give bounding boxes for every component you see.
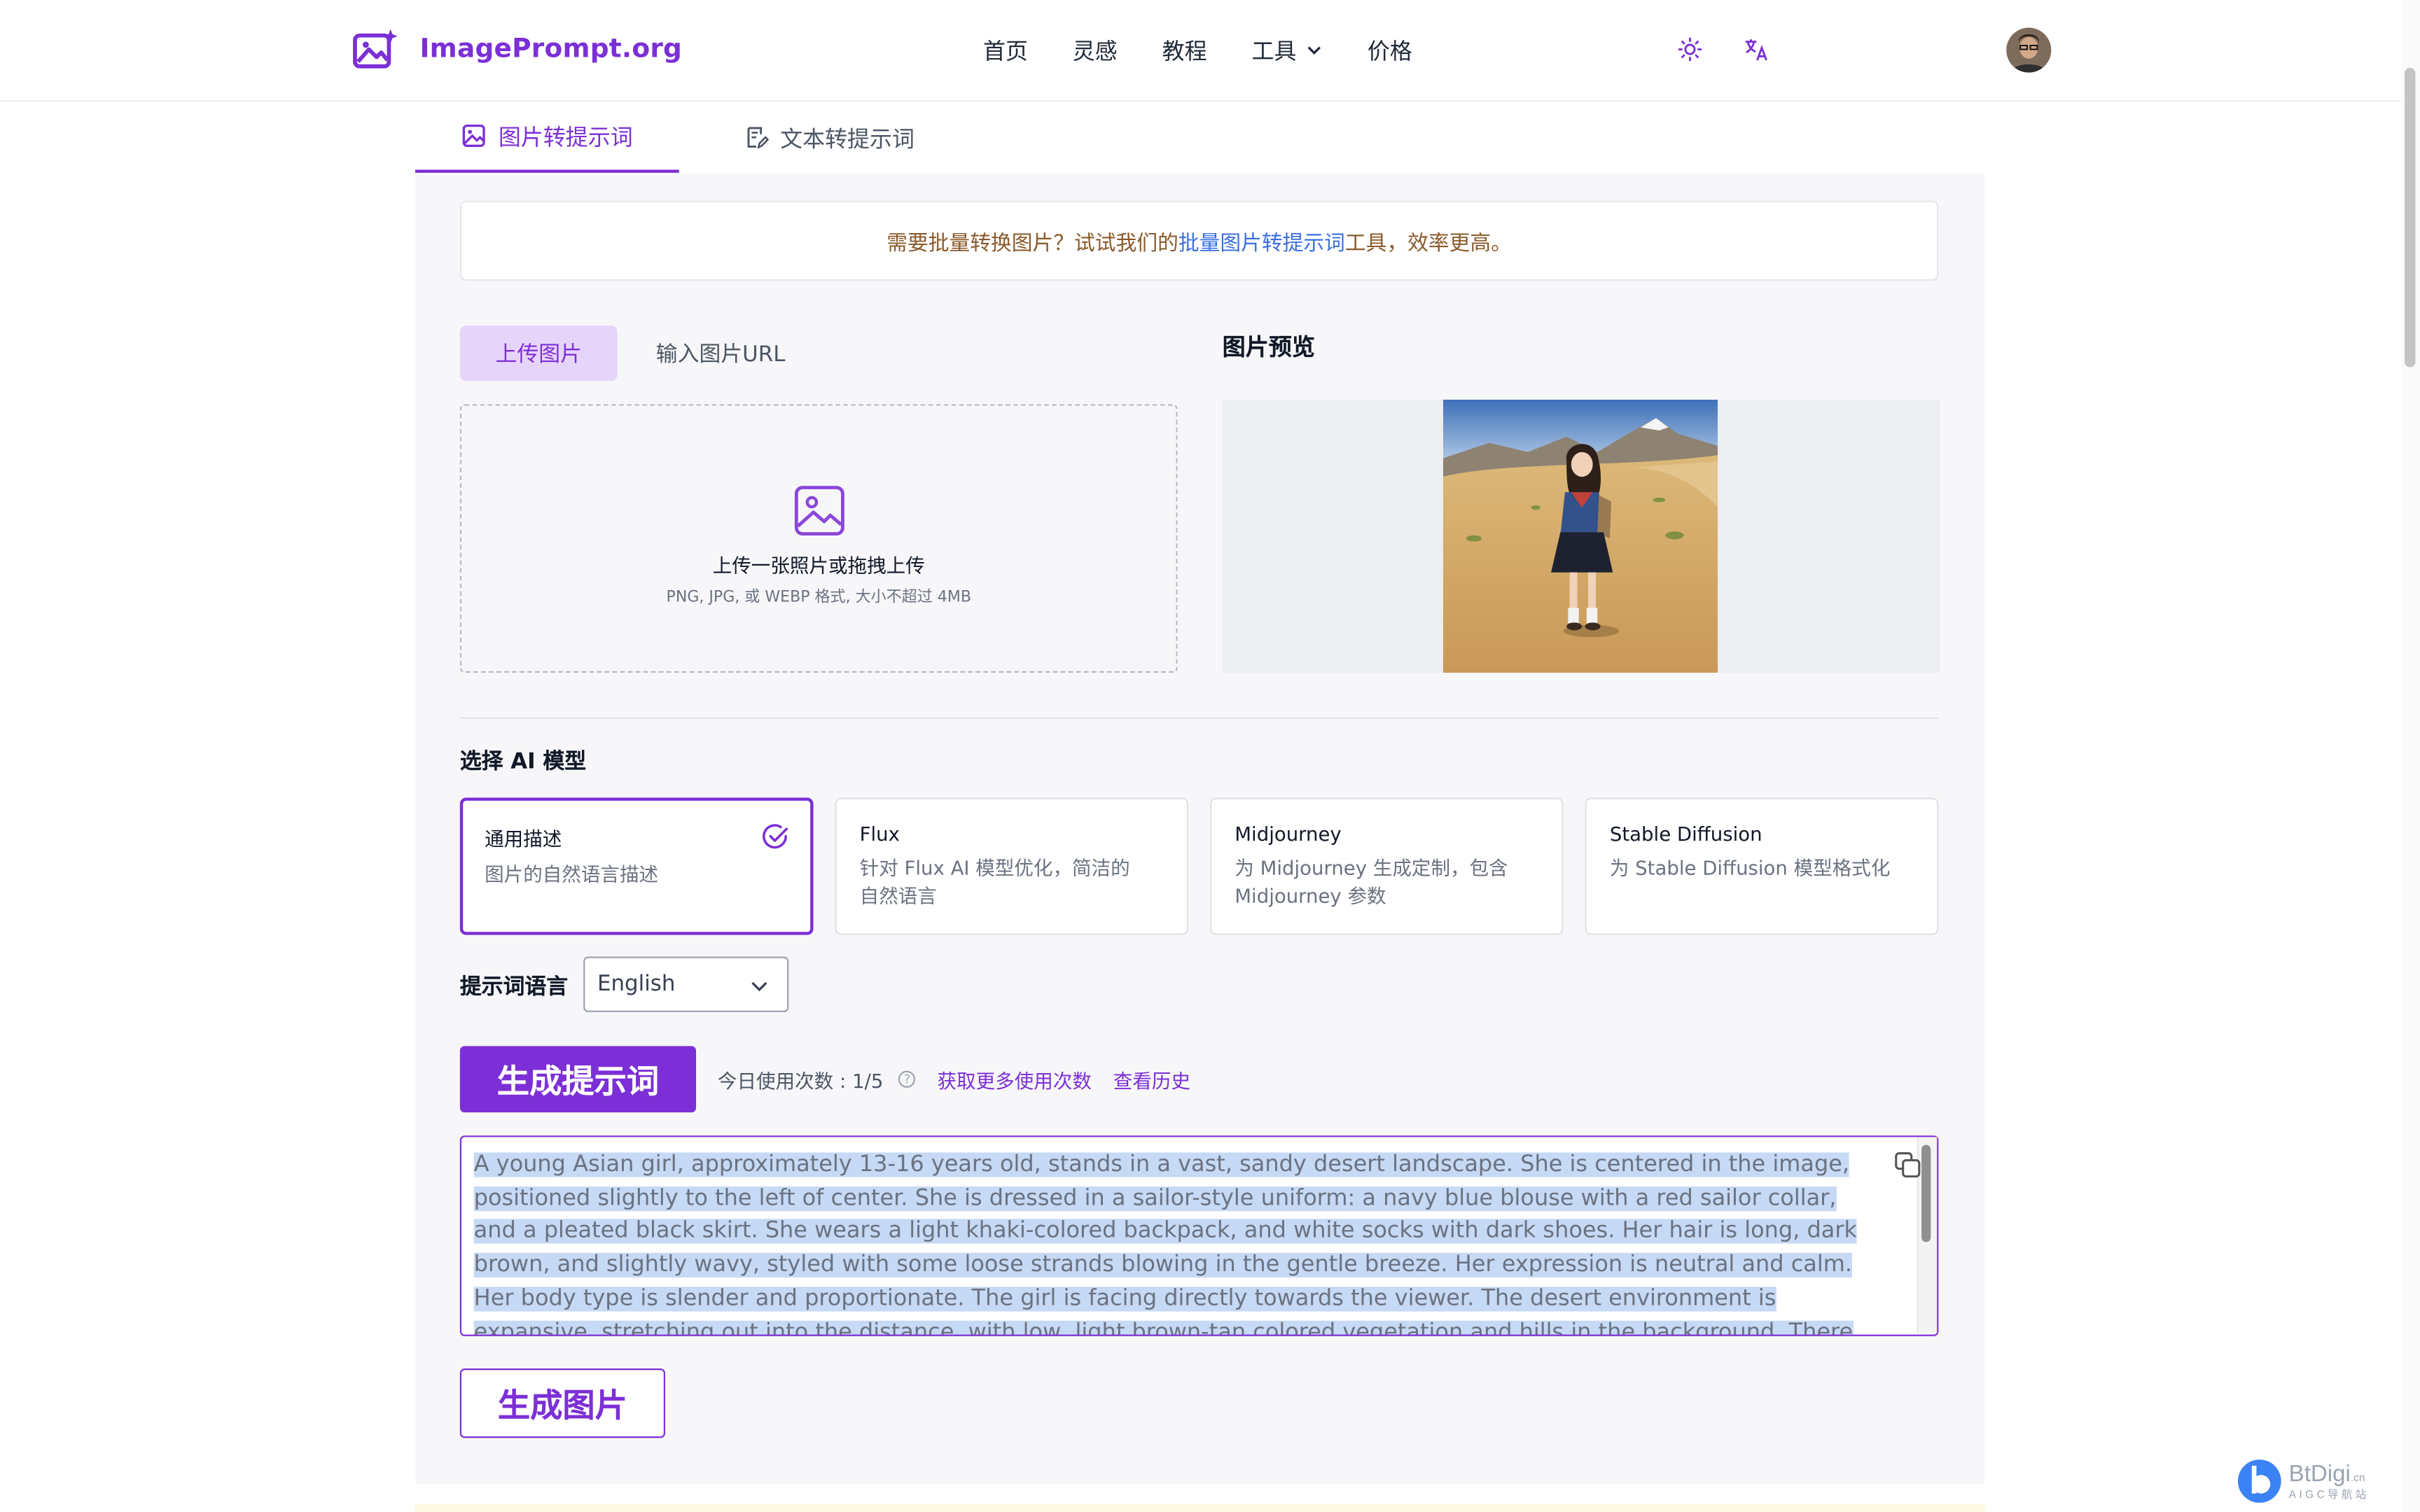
- model-name: 通用描述: [485, 827, 562, 850]
- nav-pricing[interactable]: 价格: [1368, 34, 1412, 66]
- sun-icon[interactable]: [1678, 37, 1702, 62]
- chevron-down-icon: [751, 981, 767, 992]
- usage-info: 今日使用次数 : 1/5 ? 获取更多使用次数 查看历史: [718, 1065, 1190, 1094]
- image-upload-icon: [793, 484, 844, 535]
- tab-text-to-prompt[interactable]: 文本转提示词: [728, 102, 929, 172]
- nav-tutorial[interactable]: 教程: [1162, 34, 1207, 66]
- model-section-title: 选择 AI 模型: [459, 750, 587, 775]
- btdigi-logo-icon: [2237, 1460, 2281, 1503]
- section-divider: [459, 717, 1939, 720]
- mode-tabs: 图片转提示词 文本转提示词: [415, 102, 1985, 173]
- prompt-language-label: 提示词语言: [459, 974, 569, 1000]
- prompt-output[interactable]: A young Asian girl, approximately 13-16 …: [459, 1135, 1939, 1336]
- tab-text-to-prompt-label: 文本转提示词: [780, 127, 915, 153]
- logo-text: ImagePrompt.org: [419, 34, 683, 65]
- notice-suffix: 工具，效率更高。: [1344, 231, 1512, 256]
- image-icon: [462, 124, 485, 147]
- generate-prompt-button[interactable]: 生成提示词: [459, 1046, 697, 1113]
- copy-icon[interactable]: [1893, 1151, 1921, 1179]
- batch-notice: 需要批量转换图片？试试我们的 批量图片转提示词 工具，效率更高。: [459, 200, 1939, 281]
- main-nav: 首页 灵感 教程 工具 价格: [983, 34, 1412, 66]
- logo[interactable]: ImagePrompt.org: [352, 28, 683, 71]
- upload-mode-tabs: 上传图片 输入图片URL: [459, 326, 786, 382]
- preview-title: 图片预览: [1222, 333, 1315, 361]
- output-scrollbar-thumb[interactable]: [1921, 1144, 1931, 1242]
- usage-count: 今日使用次数 : 1/5: [717, 1069, 884, 1093]
- model-name: Flux: [859, 822, 900, 846]
- prompt-language-value: English: [597, 972, 676, 997]
- nav-inspiration[interactable]: 灵感: [1073, 34, 1118, 66]
- model-card-stable-diffusion[interactable]: Stable Diffusion 为 Stable Diffusion 模型格式…: [1585, 797, 1939, 935]
- btdigi-watermark: BtDigi.cn AIGC导航站: [2237, 1458, 2370, 1504]
- model-desc: 为 Midjourney 生成定制，包含 Midjourney 参数: [1235, 856, 1508, 908]
- dropzone-hint: PNG, JPG, 或 WEBP 格式, 大小不超过 4MB: [666, 588, 971, 606]
- model-card-general[interactable]: 通用描述 图片的自然语言描述: [459, 797, 814, 935]
- tab-upload-image[interactable]: 上传图片: [459, 326, 618, 382]
- prompt-language-select[interactable]: English: [583, 956, 789, 1012]
- user-avatar[interactable]: [2006, 27, 2052, 73]
- model-desc: 为 Stable Diffusion 模型格式化: [1609, 856, 1891, 880]
- tab-image-to-prompt-label: 图片转提示词: [498, 125, 633, 150]
- translate-icon[interactable]: [1744, 37, 1769, 62]
- batch-tool-link[interactable]: 批量图片转提示词: [1178, 225, 1345, 256]
- edit-note-icon: [746, 127, 768, 149]
- preview-image: [1442, 399, 1718, 673]
- model-desc: 针对 Flux AI 模型优化，简洁的自然语言: [859, 856, 1130, 908]
- nav-home[interactable]: 首页: [983, 34, 1028, 66]
- nav-tools[interactable]: 工具: [1252, 34, 1323, 66]
- watermark-tagline: AIGC导航站: [2288, 1490, 2370, 1501]
- chevron-down-icon: [1307, 46, 1321, 55]
- model-desc: 图片的自然语言描述: [485, 862, 659, 886]
- model-name: Stable Diffusion: [1609, 822, 1762, 846]
- upload-dropzone[interactable]: 上传一张照片或拖拽上传 PNG, JPG, 或 WEBP 格式, 大小不超过 4…: [459, 404, 1178, 673]
- footer-strip: [415, 1504, 1985, 1512]
- nav-tools-label: 工具: [1251, 40, 1297, 65]
- tab-image-url[interactable]: 输入图片URL: [656, 338, 786, 369]
- get-more-usage-link[interactable]: 获取更多使用次数: [938, 1065, 1092, 1094]
- notice-prefix: 需要批量转换图片？试试我们的: [886, 231, 1178, 256]
- page-scrollbar-thumb[interactable]: [2404, 67, 2416, 368]
- tab-image-to-prompt[interactable]: 图片转提示词: [415, 102, 679, 173]
- logo-icon: [353, 29, 398, 69]
- prompt-output-selection: A young Asian girl, approximately 13-16 …: [473, 1152, 1858, 1335]
- prompt-output-text[interactable]: A young Asian girl, approximately 13-16 …: [473, 1149, 1871, 1335]
- model-card-midjourney[interactable]: Midjourney 为 Midjourney 生成定制，包含 Midjourn…: [1210, 797, 1564, 935]
- generate-image-button[interactable]: 生成图片: [459, 1368, 665, 1438]
- help-icon[interactable]: ?: [898, 1070, 916, 1088]
- check-circle-icon: [763, 824, 788, 849]
- model-name: Midjourney: [1235, 822, 1342, 846]
- watermark-name: BtDigi.cn: [2288, 1460, 2365, 1487]
- top-header: ImagePrompt.org 首页 灵感 教程 工具 价格: [0, 0, 2420, 102]
- view-history-link[interactable]: 查看历史: [1113, 1065, 1190, 1094]
- image-preview: [1222, 399, 1940, 673]
- model-card-flux[interactable]: Flux 针对 Flux AI 模型优化，简洁的自然语言: [835, 797, 1189, 935]
- page-root: ImagePrompt.org 首页 灵感 教程 工具 价格 图片转提示词 文本…: [0, 0, 2420, 1512]
- dropzone-title: 上传一张照片或拖拽上传: [712, 553, 925, 577]
